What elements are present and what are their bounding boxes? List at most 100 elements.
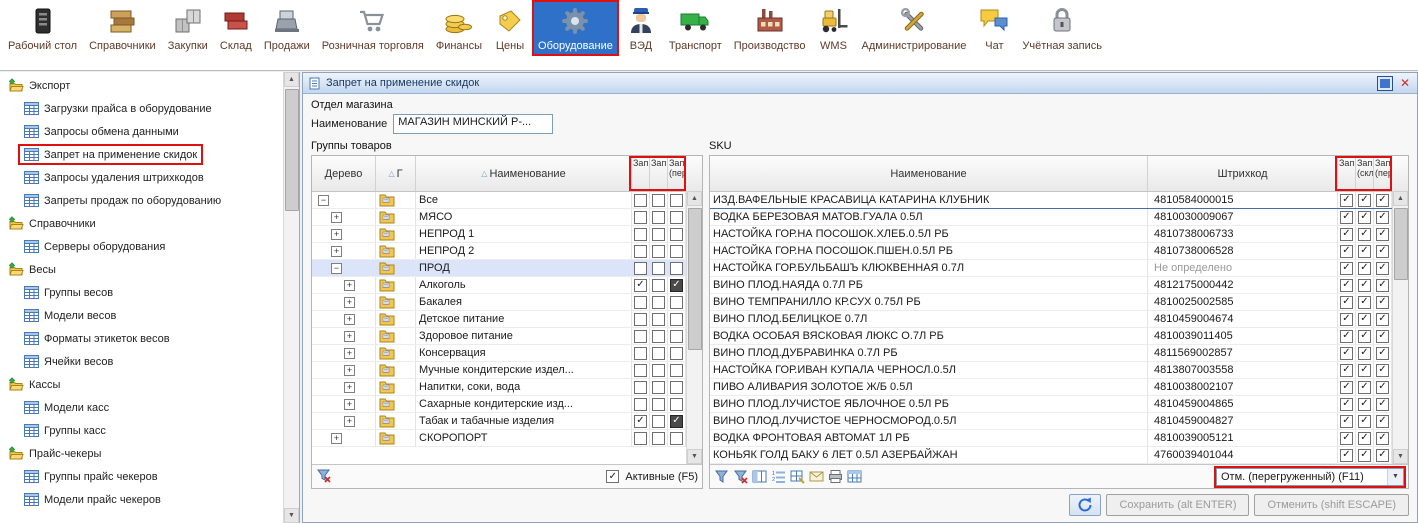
- toolbar-item-11[interactable]: Производство: [728, 0, 812, 56]
- column-header-name[interactable]: △Наименование: [416, 156, 632, 191]
- sku-ban-checkbox[interactable]: [1376, 211, 1389, 224]
- sku-row[interactable]: ВОДКА БЕРЕЗОВАЯ МАТОВ.ГУАЛА 0.5Л48100300…: [710, 209, 1392, 226]
- sku-ban-checkbox[interactable]: [1376, 194, 1389, 207]
- sku-ban-checkbox[interactable]: [1340, 228, 1353, 241]
- scroll-down-icon[interactable]: ▼: [687, 449, 702, 464]
- toolbar-item-5[interactable]: Розничная торговля: [316, 0, 430, 56]
- group-ban-checkbox[interactable]: [634, 262, 647, 275]
- group-ban-checkbox[interactable]: [670, 398, 683, 411]
- group-ban-checkbox[interactable]: [670, 313, 683, 326]
- mode-dropdown[interactable]: Отм. (перегруженный) (F11) ▼: [1216, 468, 1404, 486]
- group-ban-checkbox[interactable]: [634, 381, 647, 394]
- toolbar-item-6[interactable]: Финансы: [430, 0, 488, 56]
- sku-ban-checkbox[interactable]: [1340, 262, 1353, 275]
- group-ban-checkbox[interactable]: [670, 432, 683, 445]
- scrollbar-thumb[interactable]: [688, 208, 702, 350]
- refresh-button[interactable]: [1069, 494, 1101, 516]
- sidebar-item-16[interactable]: Прайс-чекеры: [0, 442, 282, 465]
- group-ban-checkbox[interactable]: [652, 330, 665, 343]
- toolbar-item-4[interactable]: Продажи: [258, 0, 316, 56]
- sku-ban-checkbox[interactable]: [1358, 262, 1371, 275]
- sku-ban-checkbox[interactable]: [1358, 279, 1371, 292]
- scroll-up-icon[interactable]: ▲: [1393, 191, 1408, 206]
- group-ban-checkbox[interactable]: [634, 347, 647, 360]
- sku-ban-checkbox[interactable]: [1340, 364, 1353, 377]
- group-ban-checkbox[interactable]: [670, 245, 683, 258]
- sidebar-item-9[interactable]: Группы весов: [0, 281, 282, 304]
- column-header-check-3[interactable]: Запр(пер: [1374, 156, 1392, 191]
- group-ban-checkbox[interactable]: [670, 381, 683, 394]
- maximize-button[interactable]: [1377, 76, 1393, 91]
- store-name-field[interactable]: МАГАЗИН МИНСКИЙ Р-...: [393, 114, 553, 134]
- sku-ban-checkbox[interactable]: [1376, 262, 1389, 275]
- sku-ban-checkbox[interactable]: [1358, 330, 1371, 343]
- column-header-check-1[interactable]: Запр: [1338, 156, 1356, 191]
- group-ban-checkbox[interactable]: [652, 364, 665, 377]
- group-row[interactable]: +Здоровое питание: [312, 328, 686, 345]
- tree-expander[interactable]: −: [331, 263, 342, 274]
- group-ban-checkbox[interactable]: [634, 415, 647, 428]
- column-header-sku-name[interactable]: Наименование: [710, 156, 1148, 191]
- sku-row[interactable]: НАСТОЙКА ГОР.ИВАН КУПАЛА ЧЕРНОСЛ.0.5Л481…: [710, 362, 1392, 379]
- toolbar-item-0[interactable]: Рабочий стол: [2, 0, 83, 56]
- sidebar-item-8[interactable]: Весы: [0, 258, 282, 281]
- group-ban-checkbox[interactable]: [634, 228, 647, 241]
- toolbar-item-13[interactable]: Администрирование: [856, 0, 973, 56]
- group-ban-checkbox[interactable]: [670, 330, 683, 343]
- column-header-tree[interactable]: Дерево: [312, 156, 376, 191]
- sku-ban-checkbox[interactable]: [1358, 398, 1371, 411]
- column-header-check-1[interactable]: Зап: [632, 156, 650, 191]
- scrollbar-thumb[interactable]: [1394, 208, 1408, 280]
- tree-expander[interactable]: +: [344, 314, 355, 325]
- group-row[interactable]: +Мучные кондитерские издел...: [312, 362, 686, 379]
- sku-ban-checkbox[interactable]: [1376, 245, 1389, 258]
- sku-ban-checkbox[interactable]: [1340, 432, 1353, 445]
- tree-expander[interactable]: +: [344, 416, 355, 427]
- sku-ban-checkbox[interactable]: [1358, 245, 1371, 258]
- sku-ban-checkbox[interactable]: [1376, 398, 1389, 411]
- group-row[interactable]: +Детское питание: [312, 311, 686, 328]
- group-row[interactable]: +Напитки, соки, вода: [312, 379, 686, 396]
- group-row[interactable]: +Табак и табачные изделия: [312, 413, 686, 430]
- toolbar-item-15[interactable]: Учётная запись: [1016, 0, 1108, 56]
- groups-scrollbar[interactable]: ▲ ▼: [686, 191, 702, 464]
- sku-row[interactable]: ВОДКА ФРОНТОВАЯ АВТОМАТ 1Л РБ48100390051…: [710, 430, 1392, 447]
- sku-ban-checkbox[interactable]: [1340, 279, 1353, 292]
- sku-row[interactable]: ВИНО ПЛОД.ЛУЧИСТОЕ ЧЕРНОСМОРОД.0.5Л48104…: [710, 413, 1392, 430]
- tree-expander[interactable]: +: [344, 331, 355, 342]
- sku-ban-checkbox[interactable]: [1376, 313, 1389, 326]
- sku-row[interactable]: НАСТОЙКА ГОР.НА ПОСОШОК.ПШЕН.0.5Л РБ4810…: [710, 243, 1392, 260]
- sidebar-item-5[interactable]: Запреты продаж по оборудованию: [0, 189, 282, 212]
- tree-expander[interactable]: −: [318, 195, 329, 206]
- group-ban-checkbox[interactable]: [652, 347, 665, 360]
- sidebar-item-12[interactable]: Ячейки весов: [0, 350, 282, 373]
- group-ban-checkbox[interactable]: [652, 296, 665, 309]
- sku-ban-checkbox[interactable]: [1358, 364, 1371, 377]
- sidebar-item-6[interactable]: Справочники: [0, 212, 282, 235]
- sidebar-item-1[interactable]: Загрузки прайса в оборудование: [0, 97, 282, 120]
- sku-ban-checkbox[interactable]: [1358, 211, 1371, 224]
- group-ban-checkbox[interactable]: [634, 313, 647, 326]
- sku-ban-checkbox[interactable]: [1358, 228, 1371, 241]
- sku-ban-checkbox[interactable]: [1358, 194, 1371, 207]
- sku-ban-checkbox[interactable]: [1358, 313, 1371, 326]
- column-header-check-2[interactable]: Запр(скл: [1356, 156, 1374, 191]
- group-row[interactable]: +Бакалея: [312, 294, 686, 311]
- sku-row[interactable]: ВИНО ПЛОД.ДУБРАВИНКА 0.7Л РБ481156900285…: [710, 345, 1392, 362]
- toolbar-item-10[interactable]: Транспорт: [663, 0, 728, 56]
- toolbar-item-14[interactable]: Чат: [972, 0, 1016, 56]
- group-ban-checkbox[interactable]: [652, 313, 665, 326]
- sidebar-item-4[interactable]: Запросы удаления штрихкодов: [0, 166, 282, 189]
- sku-ban-checkbox[interactable]: [1376, 381, 1389, 394]
- sku-ban-checkbox[interactable]: [1376, 330, 1389, 343]
- sku-ban-checkbox[interactable]: [1340, 245, 1353, 258]
- sku-ban-checkbox[interactable]: [1340, 296, 1353, 309]
- sidebar-item-10[interactable]: Модели весов: [0, 304, 282, 327]
- tree-expander[interactable]: +: [331, 433, 342, 444]
- group-ban-checkbox[interactable]: [652, 415, 665, 428]
- group-ban-checkbox[interactable]: [634, 194, 647, 207]
- group-ban-checkbox[interactable]: [670, 279, 683, 292]
- sku-ban-checkbox[interactable]: [1358, 449, 1371, 462]
- sidebar-scrollbar[interactable]: ▲ ▼: [283, 72, 299, 523]
- group-ban-checkbox[interactable]: [634, 211, 647, 224]
